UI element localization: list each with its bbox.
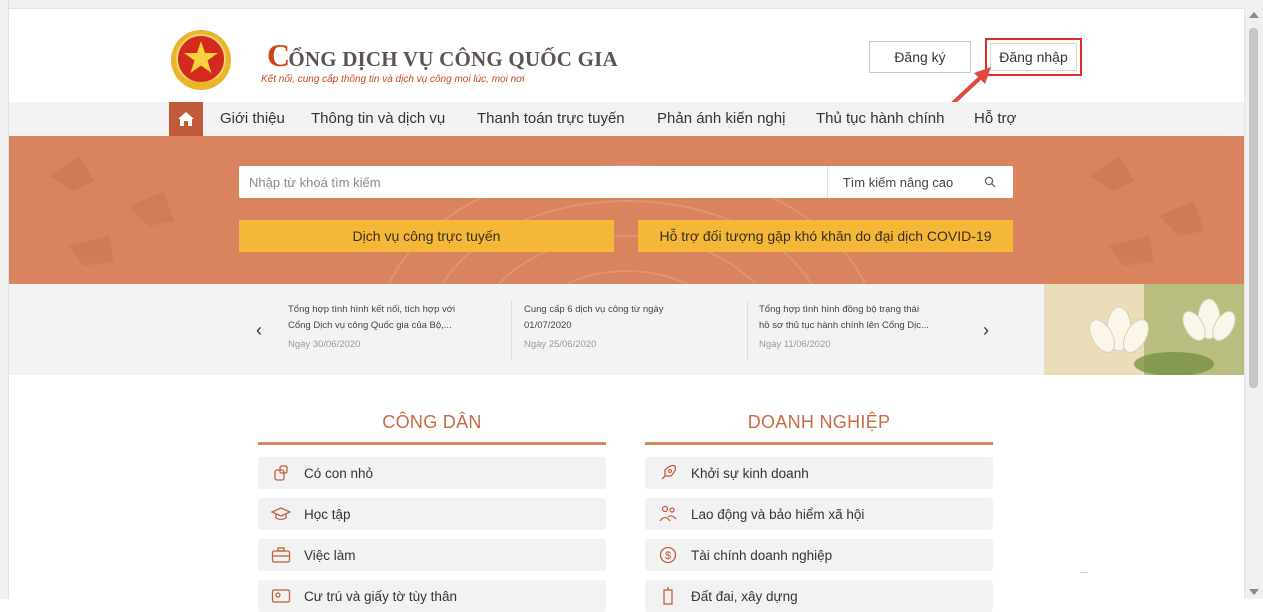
carousel-next-button[interactable]: › [983,320,989,341]
main-nav: Giới thiệu Thông tin và dịch vụ Thanh to… [9,102,1245,136]
home-icon [178,112,194,126]
citizen-item-co-con-nho[interactable]: Có con nhỏ [258,457,606,489]
site-title-text: ỔNG DỊCH VỤ CÔNG QUỐC GIA [288,47,618,71]
login-button[interactable]: Đăng nhập [990,43,1077,71]
online-services-button[interactable]: Dịch vụ công trực tuyến [239,220,614,252]
list-item-label: Có con nhỏ [304,465,374,481]
nav-item-gioi-thieu[interactable]: Giới thiệu [220,110,285,127]
business-item-tai-chinh[interactable]: $ Tài chính doanh nghiệp [645,539,993,571]
nav-item-thanh-toan[interactable]: Thanh toán trực tuyến [477,110,625,127]
citizen-item-viec-lam[interactable]: Việc làm [258,539,606,571]
site-title[interactable]: CỔNG DỊCH VỤ CÔNG QUỐC GIA [267,37,618,74]
nav-item-thu-tuc[interactable]: Thủ tục hành chính [816,110,944,127]
citizen-section-rule [258,442,606,445]
site-title-initial: C [267,37,291,73]
news-item[interactable]: Tổng hợp tình hình kết nối, tích hợp với… [288,302,500,350]
nav-item-ho-tro[interactable]: Hỗ trợ [974,110,1016,127]
svg-text:$: $ [665,550,671,562]
window-left-edge [0,0,9,599]
national-emblem-icon [171,30,231,90]
scroll-thumb[interactable] [1249,28,1258,388]
nav-home[interactable] [169,102,203,136]
search-bar: Tìm kiếm nâng cao [239,166,1013,198]
list-item-label: Cư trú và giấy tờ tùy thân [304,588,457,604]
page-scrollbar[interactable] [1244,8,1263,599]
scroll-up-icon[interactable] [1249,12,1259,18]
news-date: Ngày 25/06/2020 [524,339,597,350]
building-icon [645,587,691,605]
news-carousel: ‹ Tổng hợp tình hình kết nối, tích hợp v… [9,284,1245,375]
search-button[interactable] [967,166,1013,198]
list-item-label: Đất đai, xây dựng [691,588,798,604]
graduation-cap-icon [258,506,304,522]
dollar-coin-icon: $ [645,546,691,564]
news-divider [511,300,512,360]
news-date: Ngày 30/06/2020 [288,339,361,350]
workers-icon [645,505,691,523]
news-title: Tổng hợp tình hình kết nối, tích hợp với… [288,304,456,331]
list-item-label: Việc làm [304,547,356,563]
search-input[interactable] [239,166,839,198]
business-item-dat-dai[interactable]: Đất đai, xây dựng [645,580,993,612]
bronze-drum-pattern [49,156,1204,284]
covid-support-button[interactable]: Hỗ trợ đối tượng gặp khó khăn do đại dịc… [638,220,1013,252]
nav-item-thong-tin-dich-vu[interactable]: Thông tin và dịch vụ [311,110,445,127]
site-header: CỔNG DỊCH VỤ CÔNG QUỐC GIA Kết nối, cung… [9,9,1245,107]
carousel-prev-button[interactable]: ‹ [256,320,262,341]
nav-item-phan-anh[interactable]: Phản ánh kiến nghị [657,110,785,127]
rocket-icon [645,464,691,482]
lotus-illustration [1024,284,1245,375]
hero-banner: Tìm kiếm nâng cao Dịch vụ công trực tuyế… [9,136,1245,284]
list-item-label: Khởi sự kinh doanh [691,465,809,481]
news-item[interactable]: Tổng hợp tình hình đồng bộ trạng thái hồ … [759,302,971,350]
id-card-icon [258,588,304,604]
business-section-rule [645,442,993,445]
advanced-search-link[interactable]: Tìm kiếm nâng cao [827,166,968,198]
list-item-label: Học tập [304,506,351,522]
news-title: Cung cấp 6 dịch vụ công từ ngày 01/07/202… [524,304,664,331]
list-item-label: Tài chính doanh nghiệp [691,547,833,563]
news-item[interactable]: Cung cấp 6 dịch vụ công từ ngày 01/07/202… [524,302,736,350]
site-slogan: Kết nối, cung cấp thông tin và dịch vụ c… [261,74,525,85]
briefcase-icon [258,547,304,563]
news-title: Tổng hợp tình hình đồng bộ trạng thái hồ … [759,304,929,331]
decorative-mark [1080,572,1088,573]
business-item-lao-dong[interactable]: Lao động và bảo hiểm xã hội [645,498,993,530]
citizen-item-hoc-tap[interactable]: Học tập [258,498,606,530]
citizen-section-title: CÔNG DÂN [382,412,482,432]
search-icon [984,176,996,188]
business-item-khoi-su[interactable]: Khởi sự kinh doanh [645,457,993,489]
news-date: Ngày 11/06/2020 [759,339,831,350]
baby-icon [258,464,304,482]
window-top-edge [0,0,1263,9]
scroll-down-icon[interactable] [1249,589,1259,595]
news-divider [747,300,748,360]
citizen-item-cu-tru[interactable]: Cư trú và giấy tờ tùy thân [258,580,606,612]
list-item-label: Lao động và bảo hiểm xã hội [691,506,865,522]
login-highlight-box: Đăng nhập [985,38,1082,76]
business-section-title: DOANH NGHIỆP [747,412,891,432]
